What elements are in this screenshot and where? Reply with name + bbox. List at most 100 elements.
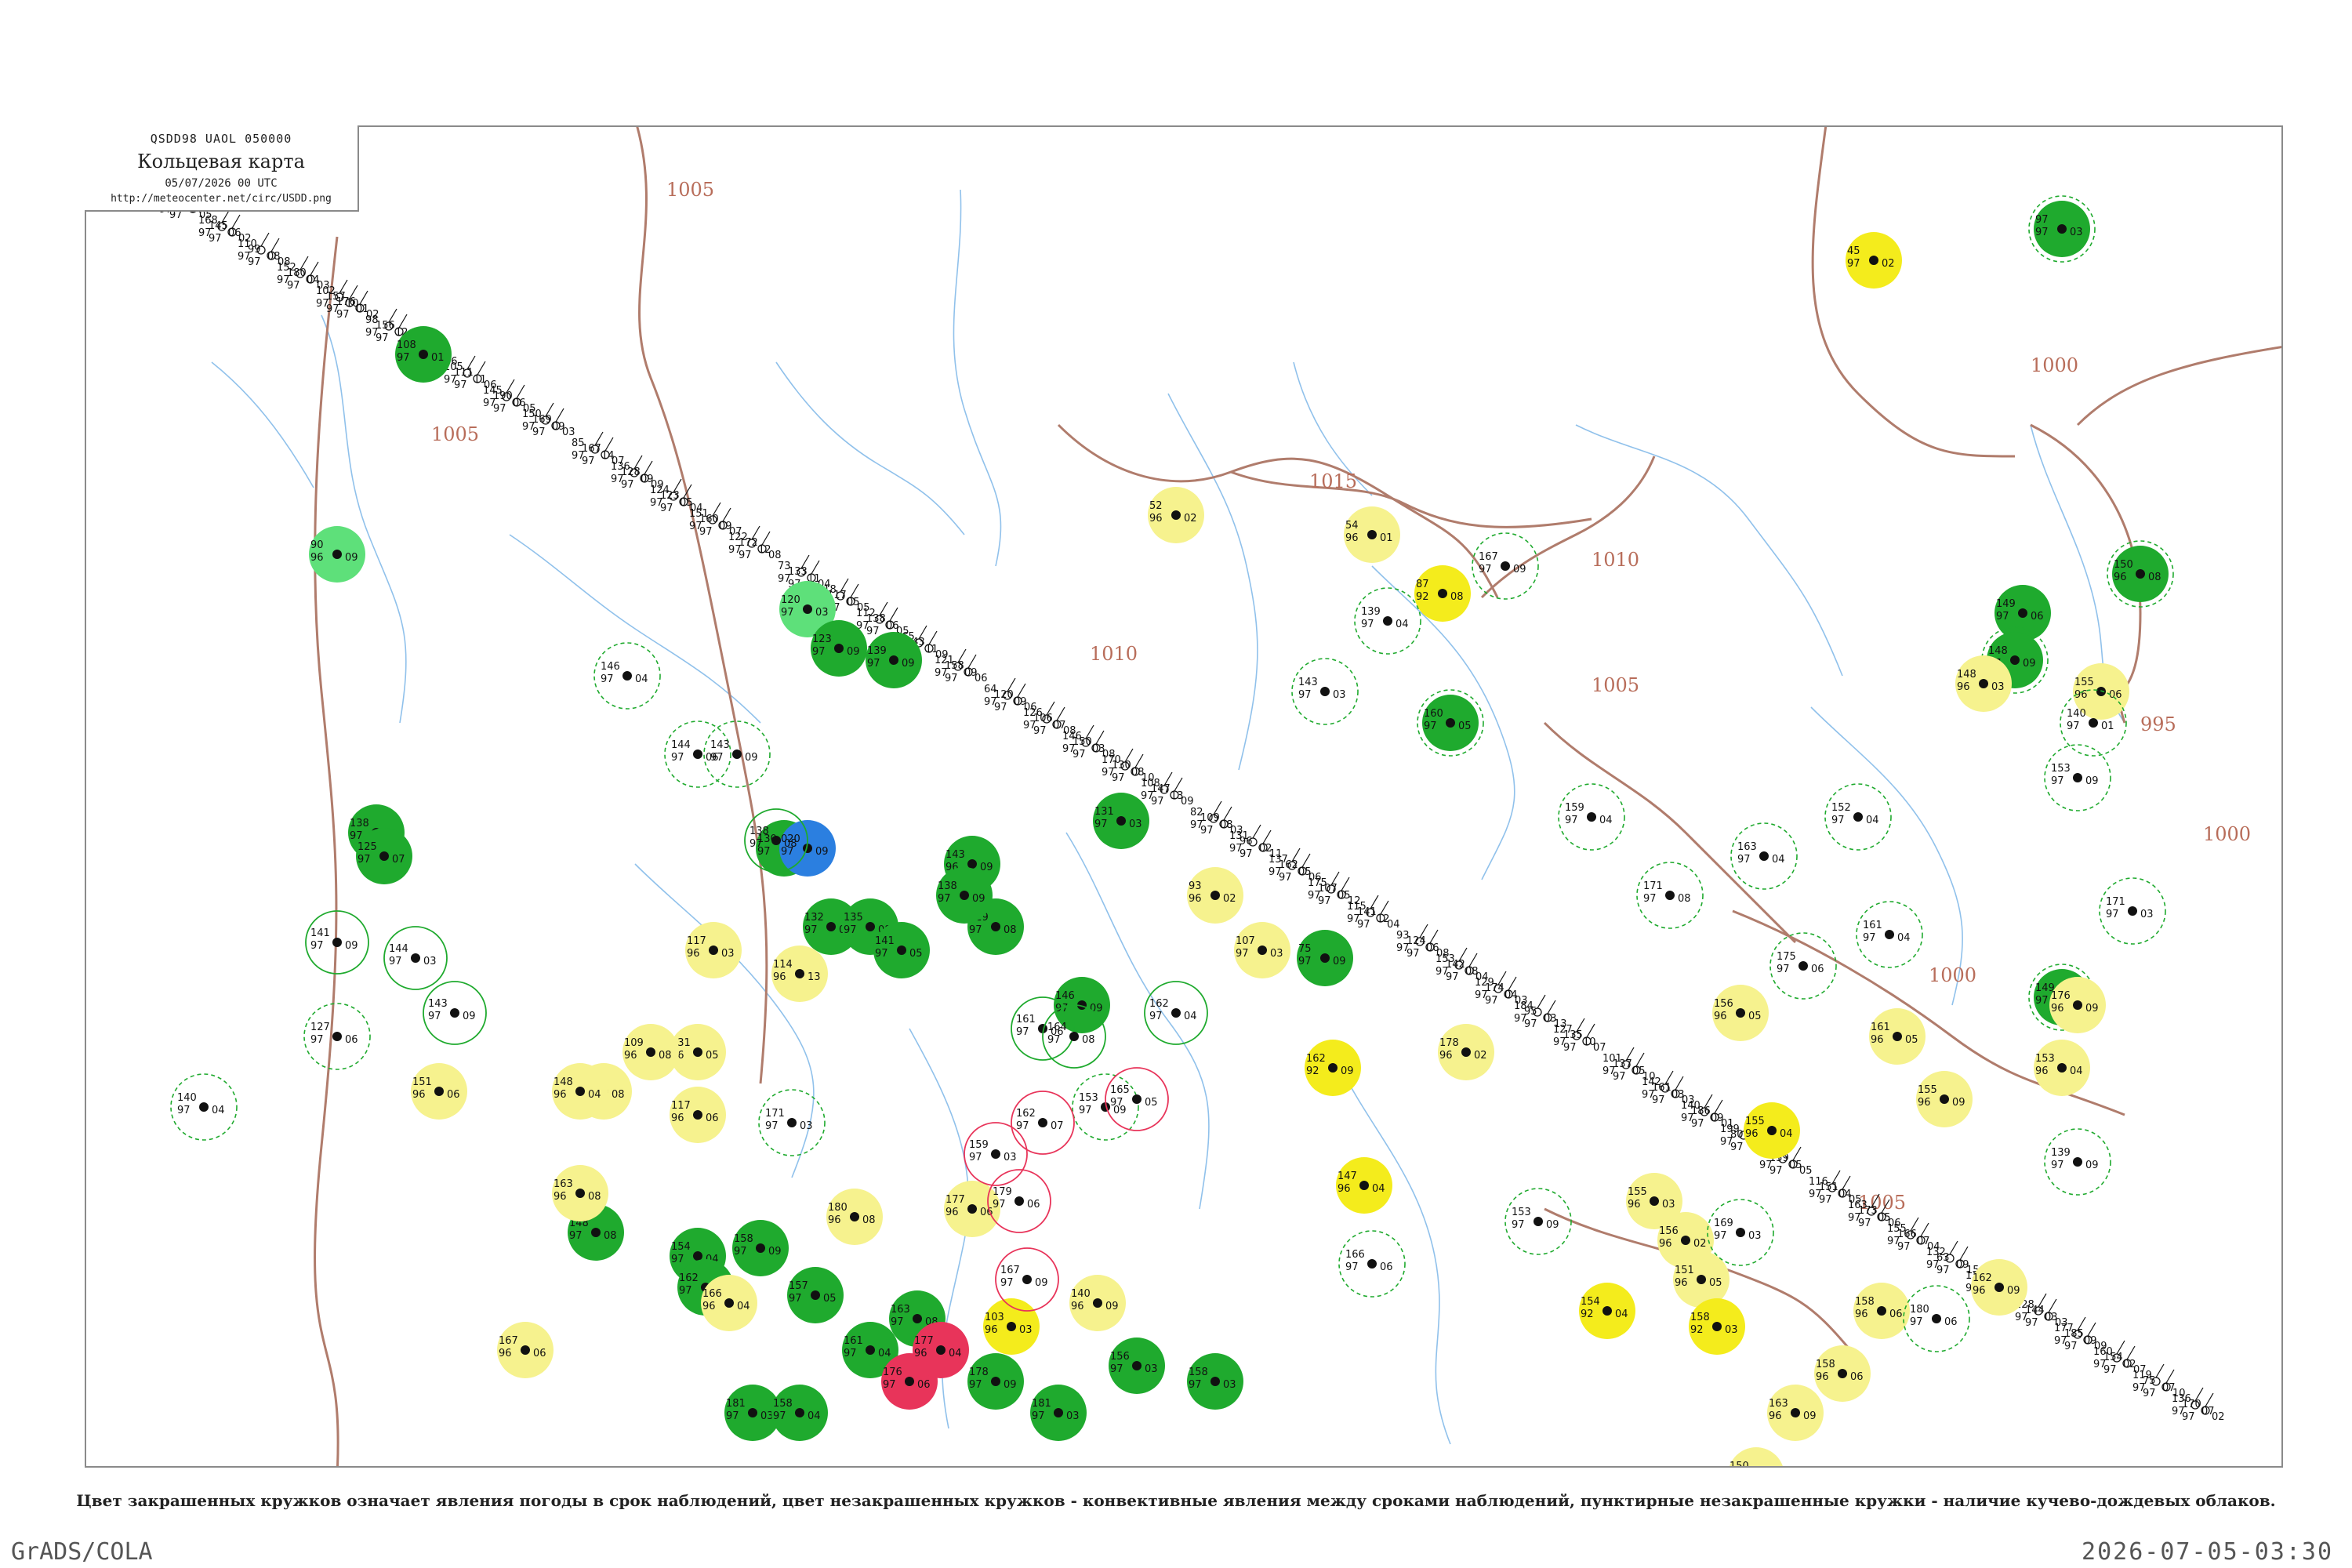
station-weather-code: 97 [993,1199,1006,1210]
station-weather-code: 97 [1016,1026,1029,1038]
station-tendency: 03 [800,1120,813,1132]
station-pressure: 158 [1816,1359,1835,1370]
station-tendency: 07 [1593,1042,1606,1054]
isobar-label: 995 [2140,713,2176,735]
station-dot [2089,718,2098,728]
station-weather-code: 97 [1565,815,1578,826]
station-tendency: 06 [2031,611,2044,622]
station-tendency: 13 [808,971,821,983]
station-pressure: 139 [1361,606,1381,618]
station-pressure: 63 [1936,1252,1950,1264]
station-pressure: 173 [1858,1205,1878,1217]
station-pressure: 162 [679,1272,699,1284]
station-tendency: 05 [1748,1011,1762,1022]
station-tendency: 09 [2023,658,2036,670]
station-tendency: 02 [1184,513,1197,524]
station-pressure: 171 [765,1108,785,1120]
station-tendency: 03 [1019,1324,1033,1336]
station-dot [2057,224,2067,234]
wind-barb [1301,853,1311,868]
station-marker: 15596 09 [1916,1071,1973,1127]
station-weather-code: 96 [1973,1285,1986,1297]
station-dot [332,550,342,559]
station-tendency: 09 [1105,1301,1119,1312]
station-weather-code: 97 [1847,258,1860,270]
station-dot [1014,1196,1024,1206]
station-pressure: 156 [1714,998,1733,1010]
station-dot [2073,1000,2082,1010]
station-dot [450,1008,459,1018]
station-weather-code: 97 [1819,1194,1832,1206]
station-dot [756,1243,765,1253]
wind-barb [889,607,898,622]
station-dot [991,1149,1000,1159]
station-tendency: 07 [2133,1364,2147,1376]
station-weather-code: 97 [1298,689,1312,701]
station-dot [2128,906,2137,916]
station-dot [693,750,702,759]
station-pressure: 96 [1240,836,1253,848]
station-pressure: 185 [2064,1328,2084,1340]
station-pressure: 45 [1847,245,1860,257]
station-marker: 16396 08 [552,1165,608,1221]
station-weather-code: 97 [2035,227,2049,238]
station-tendency: 08 [612,1089,625,1101]
station-dot [905,1377,914,1386]
station-weather-code: 97 [739,550,752,561]
station-pressure: 117 [687,935,706,947]
wind-barb [310,261,319,276]
station-pressure: 93 [1189,880,1202,892]
station-weather-code: 97 [679,1285,692,1297]
station-weather-code: 97 [569,1230,583,1242]
station-weather-code: 97 [1298,956,1312,967]
station-tendency: 03 [1725,1324,1738,1336]
station-tendency: 05 [706,1050,719,1062]
station-pressure: 161 [844,1335,863,1347]
map-url[interactable]: http://meteocenter.net/circ/USDD.png [85,193,358,205]
station-dot [1054,1408,1063,1417]
wind-barb [1468,953,1478,967]
station-pressure: 135 [1563,1029,1583,1041]
station-pressure: 178 [1439,1037,1459,1049]
station-weather-code: 96 [1439,1050,1453,1062]
station-tendency: 03 [721,948,735,960]
station-pressure: 153 [2035,1053,2055,1065]
station-tendency: 03 [1333,689,1346,701]
station-pressure: 52 [1149,500,1163,512]
station-tendency: 09 [2085,775,2099,787]
station-tendency: 04 [588,1089,601,1101]
map-canvas[interactable]: 1005100510101015101010051000995100010001… [86,127,2283,1468]
station-pressure: 155 [1628,1186,1647,1198]
station-tendency: 09 [935,649,949,661]
station-tendency: 08 [768,550,782,561]
station-dot [1940,1094,1949,1104]
station-weather-code: 97 [875,948,888,960]
wind-barb [1017,683,1026,698]
station-dot [1838,1369,1847,1378]
station-tendency: 08 [862,1214,876,1226]
station-tendency: 04 [1475,971,1489,983]
station-tendency: 07 [1051,1120,1064,1132]
station-marker: 17696 09 [2049,977,2106,1033]
station-weather-code: 97 [336,309,350,321]
station-pressure: 80 [1730,1129,1744,1141]
wind-barb [1920,1222,1929,1237]
station-dot [1665,891,1675,900]
station-dot [1367,1259,1377,1269]
station-tendency: 03 [1270,948,1283,960]
station-weather-code: 97 [945,673,958,684]
station-dot [332,1032,342,1041]
wind-barb [398,314,408,328]
station-weather-code: 97 [1189,1379,1202,1391]
map-frame[interactable]: 1005 1005 1010 1015 1010 1005 1000 995 1000 1000 1… [85,125,2283,1468]
station-weather-code: 97 [1858,1218,1871,1229]
station-weather-code: 97 [1318,895,1331,907]
station-pressure: 178 [969,1367,989,1378]
station-pressure: 123 [660,490,680,502]
station-dot [1171,510,1181,520]
station-dot [795,1408,804,1417]
footer-timestamp: 2026-07-05-03:30 [2082,1538,2333,1566]
station-dot [332,938,342,947]
station-weather-code: 97 [1033,725,1047,737]
station-weather-code: 96 [1675,1277,1688,1289]
